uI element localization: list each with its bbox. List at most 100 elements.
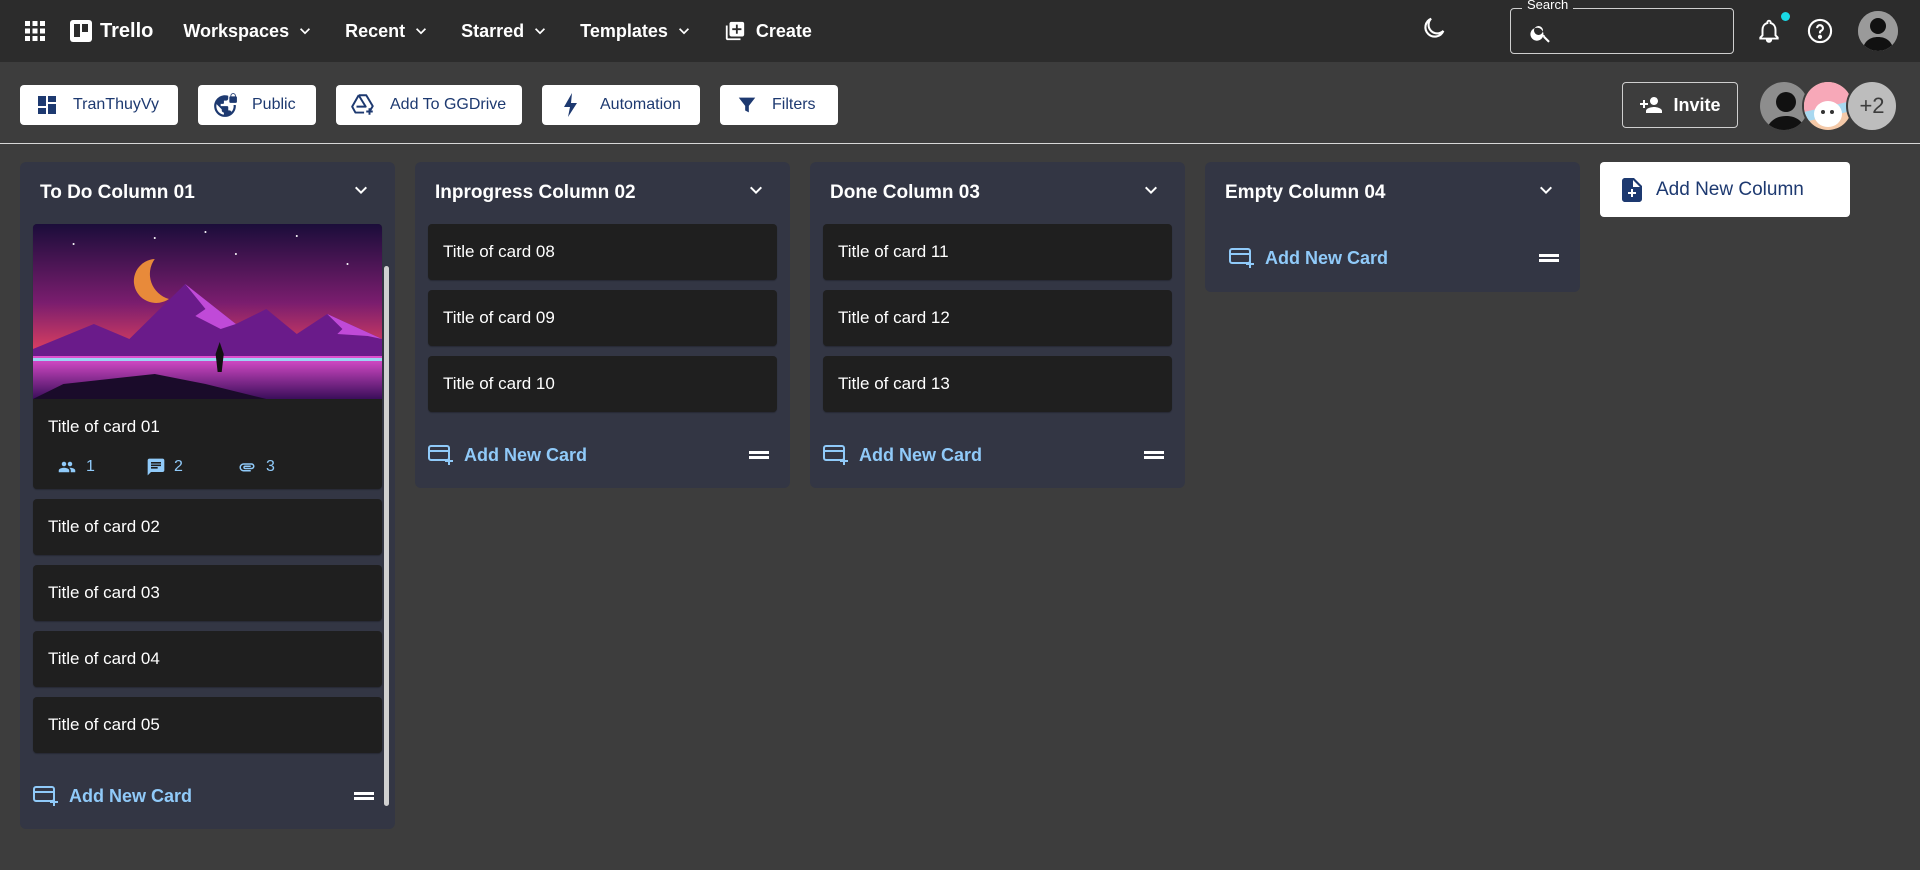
- chevron-down-icon[interactable]: [349, 178, 373, 202]
- card[interactable]: Title of card 08: [428, 224, 777, 280]
- nav-recent[interactable]: Recent: [345, 21, 431, 42]
- brand-logo[interactable]: Trello: [70, 20, 153, 43]
- column-title: Empty Column 04: [1225, 182, 1386, 203]
- drag-handle-icon[interactable]: [1538, 252, 1560, 264]
- add-card-button[interactable]: Add New Card: [1229, 247, 1388, 269]
- nav-templates[interactable]: Templates: [580, 21, 694, 42]
- user-avatar[interactable]: [1858, 11, 1898, 51]
- bolt-icon: [564, 93, 577, 117]
- invite-button[interactable]: Invite: [1622, 82, 1738, 128]
- card[interactable]: Title of card 13: [823, 356, 1172, 412]
- attachment-icon: [239, 463, 255, 472]
- apps-grid-icon[interactable]: [17, 13, 53, 49]
- automation-chip[interactable]: Automation: [542, 85, 700, 125]
- add-card-button[interactable]: Add New Card: [33, 785, 192, 807]
- column-done: Done Column 03 Title of card 11 Title of…: [810, 162, 1185, 488]
- app-bar: Trello Workspaces Recent Starred Templat…: [0, 0, 1920, 62]
- card[interactable]: Title of card 03: [33, 565, 382, 621]
- column-todo: To Do Column 01 Title of card 01 1 2 3 T…: [20, 162, 395, 829]
- card-with-cover[interactable]: Title of card 01 1 2 3: [33, 224, 382, 489]
- drag-handle-icon[interactable]: [1143, 449, 1165, 461]
- nav-starred[interactable]: Starred: [461, 21, 550, 42]
- person-add-icon: [1640, 97, 1663, 113]
- column-inprogress: Inprogress Column 02 Title of card 08 Ti…: [415, 162, 790, 488]
- board-name-chip[interactable]: TranThuyVy: [20, 85, 178, 125]
- card[interactable]: Title of card 02: [33, 499, 382, 555]
- members-count[interactable]: 1: [48, 457, 138, 477]
- column-footer: Add New Card: [20, 763, 395, 829]
- column-header: To Do Column 01: [20, 162, 395, 224]
- more-members-badge[interactable]: +2: [1846, 80, 1898, 132]
- card[interactable]: Title of card 05: [33, 697, 382, 753]
- card-title: Title of card 08: [443, 242, 555, 261]
- chevron-down-icon: [300, 28, 311, 35]
- dashboard-icon: [38, 96, 56, 114]
- column-header: Empty Column 04: [1205, 162, 1580, 224]
- notification-badge: [1781, 12, 1790, 21]
- card-title: Title of card 12: [838, 308, 950, 327]
- drag-handle-icon[interactable]: [748, 449, 770, 461]
- chip-label: TranThuyVy: [73, 96, 159, 113]
- column-title: Inprogress Column 02: [435, 182, 636, 203]
- drag-handle-icon[interactable]: [353, 790, 375, 802]
- card-list: Title of card 08 Title of card 09 Title …: [415, 224, 790, 412]
- chevron-down-icon[interactable]: [744, 178, 768, 202]
- scrollbar[interactable]: [384, 266, 389, 806]
- more-members-count: +2: [1859, 93, 1885, 118]
- create-button[interactable]: Create: [724, 20, 812, 42]
- search-icon: [1530, 26, 1550, 43]
- card[interactable]: Title of card 04: [33, 631, 382, 687]
- nav-label: Workspaces: [183, 20, 290, 41]
- card-list: Title of card 11 Title of card 12 Title …: [810, 224, 1185, 412]
- add-card-label: Add New Card: [464, 444, 588, 465]
- chevron-down-icon[interactable]: [1139, 178, 1163, 202]
- add-card-icon: [1229, 248, 1254, 268]
- bell-icon: [1759, 19, 1779, 43]
- chip-label: Public: [252, 96, 296, 113]
- card-title: Title of card 11: [838, 242, 949, 261]
- comments-count[interactable]: 2: [138, 457, 228, 477]
- nav-label: Starred: [461, 20, 525, 41]
- visibility-chip[interactable]: Public: [198, 85, 316, 125]
- filters-chip[interactable]: Filters: [720, 85, 838, 125]
- nav-label: Recent: [345, 20, 406, 41]
- card[interactable]: Title of card 11: [823, 224, 1172, 280]
- nav-workspaces[interactable]: Workspaces: [183, 21, 315, 42]
- card[interactable]: Title of card 10: [428, 356, 777, 412]
- attachments-value: 3: [266, 458, 275, 475]
- search-input[interactable]: [1510, 8, 1734, 54]
- column-empty: Empty Column 04 Add New Card: [1205, 162, 1580, 292]
- card-title: Title of card 02: [48, 517, 160, 536]
- comments-value: 2: [174, 458, 183, 475]
- create-label: Create: [755, 20, 812, 41]
- help-button[interactable]: [1806, 17, 1834, 50]
- column-footer: Add New Card: [1205, 224, 1580, 292]
- add-card-button[interactable]: Add New Card: [823, 444, 982, 466]
- invite-label: Invite: [1673, 94, 1721, 115]
- add-card-label: Add New Card: [69, 785, 193, 806]
- card[interactable]: Title of card 12: [823, 290, 1172, 346]
- notifications-button[interactable]: [1756, 17, 1782, 50]
- chevron-down-icon: [535, 28, 546, 35]
- vpn-lock-icon: [214, 93, 237, 117]
- help-icon: [1807, 18, 1833, 44]
- card[interactable]: Title of card 09: [428, 290, 777, 346]
- card-list: Title of card 01 1 2 3 Title of card 02 …: [20, 224, 395, 753]
- add-column-button[interactable]: Add New Column: [1600, 162, 1850, 217]
- column-header: Inprogress Column 02: [415, 162, 790, 224]
- card-title: Title of card 03: [48, 583, 160, 602]
- brand-name: Trello: [100, 19, 154, 42]
- card-title: Title of card 01: [48, 417, 160, 436]
- add-to-drive-chip[interactable]: Add To GGDrive: [336, 85, 522, 125]
- dark-mode-toggle[interactable]: [1420, 14, 1450, 44]
- add-column-label: Add New Column: [1656, 178, 1804, 200]
- attachments-count[interactable]: 3: [228, 457, 318, 477]
- add-card-icon: [823, 445, 848, 465]
- group-icon: [58, 461, 76, 473]
- add-card-button[interactable]: Add New Card: [428, 444, 587, 466]
- card-title: Title of card 10: [443, 374, 555, 393]
- card-title: Title of card 13: [838, 374, 950, 393]
- add-card-icon: [33, 786, 58, 806]
- chevron-down-icon: [678, 28, 689, 35]
- chevron-down-icon[interactable]: [1534, 178, 1558, 202]
